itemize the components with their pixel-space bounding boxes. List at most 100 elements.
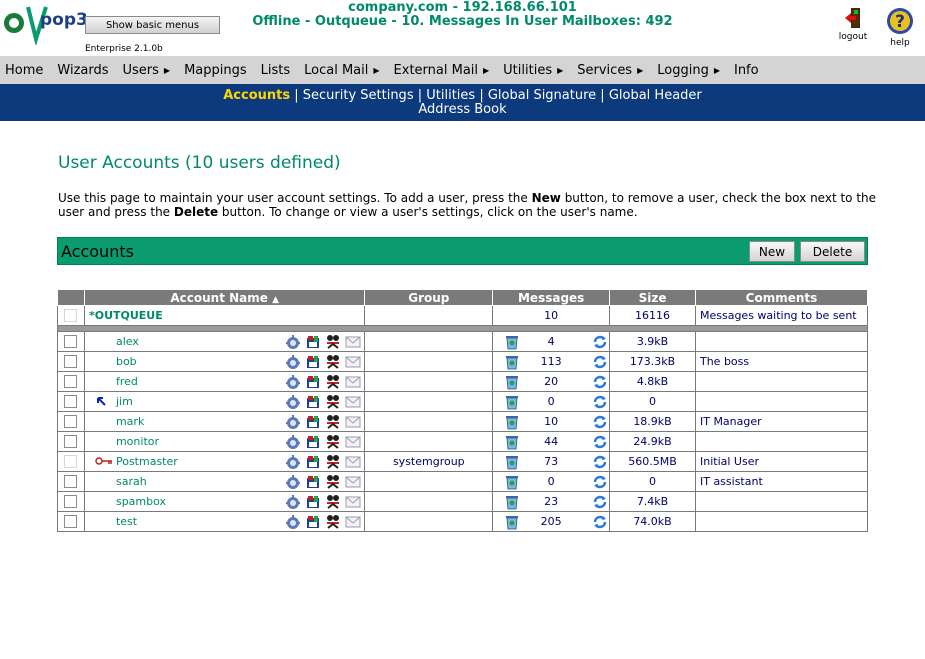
- envelope-icon[interactable]: [345, 374, 361, 390]
- forward-icon[interactable]: [325, 394, 341, 410]
- refresh-icon[interactable]: [592, 354, 608, 370]
- user-settings-icon[interactable]: [285, 354, 301, 370]
- refresh-icon[interactable]: [592, 474, 608, 490]
- refresh-icon[interactable]: [592, 374, 608, 390]
- subnav-security-settings[interactable]: Security Settings: [303, 88, 414, 103]
- menu-users[interactable]: Users ▶: [123, 63, 171, 78]
- envelope-icon[interactable]: [345, 474, 361, 490]
- empty-mailbox-icon[interactable]: [504, 414, 520, 430]
- user-settings-icon[interactable]: [285, 334, 301, 350]
- account-name-link[interactable]: monitor: [89, 435, 159, 448]
- empty-mailbox-icon[interactable]: [504, 454, 520, 470]
- account-name-column-header[interactable]: Account Name ▲: [83, 289, 366, 306]
- mailbox-icon[interactable]: [305, 514, 321, 530]
- mailbox-icon[interactable]: [305, 334, 321, 350]
- menu-services[interactable]: Services ▶: [577, 63, 643, 78]
- help-link[interactable]: ? help: [880, 6, 920, 48]
- subnav-utilities[interactable]: Utilities: [426, 88, 475, 103]
- forward-icon[interactable]: [325, 514, 341, 530]
- empty-mailbox-icon[interactable]: [504, 374, 520, 390]
- logout-link[interactable]: logout: [833, 6, 873, 42]
- outqueue-name[interactable]: *OUTQUEUE: [83, 305, 366, 326]
- forward-icon[interactable]: [325, 354, 341, 370]
- forward-icon[interactable]: [325, 434, 341, 450]
- empty-mailbox-icon[interactable]: [504, 514, 520, 530]
- refresh-icon[interactable]: [592, 434, 608, 450]
- comments-column-header[interactable]: Comments: [694, 289, 869, 306]
- envelope-icon[interactable]: [345, 494, 361, 510]
- menu-info[interactable]: Info: [734, 63, 759, 78]
- menu-logging[interactable]: Logging ▶: [657, 63, 720, 78]
- user-settings-icon[interactable]: [285, 514, 301, 530]
- row-checkbox[interactable]: [64, 515, 78, 528]
- empty-mailbox-icon[interactable]: [504, 474, 520, 490]
- mailbox-icon[interactable]: [305, 394, 321, 410]
- refresh-icon[interactable]: [592, 394, 608, 410]
- menu-external-mail[interactable]: External Mail ▶: [394, 63, 490, 78]
- row-checkbox[interactable]: [64, 455, 78, 468]
- mailbox-icon[interactable]: [305, 474, 321, 490]
- refresh-icon[interactable]: [592, 454, 608, 470]
- forward-icon[interactable]: [325, 334, 341, 350]
- empty-mailbox-icon[interactable]: [504, 494, 520, 510]
- size-column-header[interactable]: Size: [609, 289, 696, 306]
- row-checkbox[interactable]: [64, 375, 78, 388]
- menu-lists[interactable]: Lists: [261, 63, 291, 78]
- row-checkbox[interactable]: [64, 435, 78, 448]
- mailbox-icon[interactable]: [305, 454, 321, 470]
- account-name-link[interactable]: bob: [89, 355, 137, 368]
- account-name-link[interactable]: sarah: [89, 475, 147, 488]
- envelope-icon[interactable]: [345, 454, 361, 470]
- messages-column-header[interactable]: Messages: [492, 289, 611, 306]
- subnav-address-book[interactable]: Address Book: [418, 102, 506, 117]
- new-button[interactable]: New: [749, 241, 795, 262]
- account-name-link[interactable]: fred: [89, 375, 138, 388]
- empty-mailbox-icon[interactable]: [504, 434, 520, 450]
- envelope-icon[interactable]: [345, 354, 361, 370]
- mailbox-icon[interactable]: [305, 354, 321, 370]
- subnav-accounts[interactable]: Accounts: [223, 88, 290, 103]
- menu-utilities[interactable]: Utilities ▶: [503, 63, 563, 78]
- group-column-header[interactable]: Group: [364, 289, 494, 306]
- forward-icon[interactable]: [325, 474, 341, 490]
- delete-button[interactable]: Delete: [800, 241, 865, 262]
- forward-icon[interactable]: [325, 494, 341, 510]
- menu-home[interactable]: Home: [5, 63, 43, 78]
- refresh-icon[interactable]: [592, 494, 608, 510]
- forward-icon[interactable]: [325, 454, 341, 470]
- menu-local-mail[interactable]: Local Mail ▶: [304, 63, 379, 78]
- empty-mailbox-icon[interactable]: [504, 354, 520, 370]
- envelope-icon[interactable]: [345, 334, 361, 350]
- menu-wizards[interactable]: Wizards: [57, 63, 108, 78]
- user-settings-icon[interactable]: [285, 454, 301, 470]
- forward-icon[interactable]: [325, 374, 341, 390]
- account-name-link[interactable]: spambox: [89, 495, 166, 508]
- row-checkbox[interactable]: [64, 335, 78, 348]
- user-settings-icon[interactable]: [285, 374, 301, 390]
- account-name-link[interactable]: test: [89, 515, 137, 528]
- user-settings-icon[interactable]: [285, 414, 301, 430]
- empty-mailbox-icon[interactable]: [504, 394, 520, 410]
- refresh-icon[interactable]: [592, 414, 608, 430]
- refresh-icon[interactable]: [592, 514, 608, 530]
- envelope-icon[interactable]: [345, 394, 361, 410]
- menu-mappings[interactable]: Mappings: [184, 63, 247, 78]
- mailbox-icon[interactable]: [305, 494, 321, 510]
- row-checkbox[interactable]: [64, 415, 78, 428]
- subnav-global-header[interactable]: Global Header: [609, 88, 702, 103]
- mailbox-icon[interactable]: [305, 374, 321, 390]
- envelope-icon[interactable]: [345, 514, 361, 530]
- mailbox-icon[interactable]: [305, 434, 321, 450]
- row-checkbox[interactable]: [64, 395, 78, 408]
- user-settings-icon[interactable]: [285, 474, 301, 490]
- refresh-icon[interactable]: [592, 334, 608, 350]
- envelope-icon[interactable]: [345, 414, 361, 430]
- user-settings-icon[interactable]: [285, 394, 301, 410]
- account-name-link[interactable]: alex: [89, 335, 139, 348]
- empty-mailbox-icon[interactable]: [504, 334, 520, 350]
- forward-icon[interactable]: [325, 414, 341, 430]
- row-checkbox[interactable]: [64, 475, 78, 488]
- account-name-link[interactable]: mark: [89, 415, 144, 428]
- row-checkbox[interactable]: [64, 495, 78, 508]
- row-checkbox[interactable]: [64, 355, 78, 368]
